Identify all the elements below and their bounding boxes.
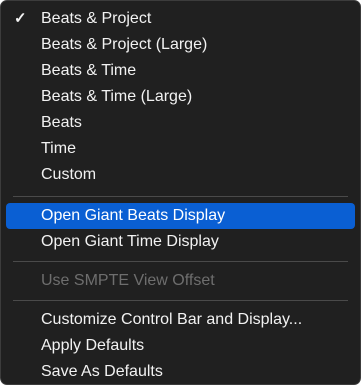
menu-item-beats-project[interactable]: ✓ Beats & Project [1,6,360,32]
menu-item-label: Apply Defaults [41,337,145,354]
menu-item-beats-project-large[interactable]: Beats & Project (Large) [1,32,360,58]
menu-separator [13,300,348,301]
menu-item-apply-defaults[interactable]: Apply Defaults [1,333,360,359]
menu-item-label: Beats & Time [41,62,137,79]
giant-display-group: Open Giant Beats Display Open Giant Time… [1,203,360,255]
menu-item-open-giant-time-display[interactable]: Open Giant Time Display [1,229,360,255]
menu-item-label: Customize Control Bar and Display... [41,311,303,328]
menu-item-label: Save As Defaults [41,363,163,380]
checkmark-icon: ✓ [14,10,27,27]
menu-item-label: Open Giant Beats Display [41,207,226,224]
menu-separator [13,261,348,262]
smpte-group: Use SMPTE View Offset [1,268,360,294]
menu-item-label: Open Giant Time Display [41,233,219,250]
menu-item-customize-control-bar[interactable]: Customize Control Bar and Display... [1,307,360,333]
menu-separator [13,196,348,197]
menu-item-beats-time-large[interactable]: Beats & Time (Large) [1,84,360,110]
display-mode-group: ✓ Beats & Project Beats & Project (Large… [1,6,360,190]
menu-item-label: Beats & Time (Large) [41,88,193,105]
menu-item-label: Use SMPTE View Offset [41,272,215,289]
menu-item-label: Time [41,140,76,157]
menu-item-open-giant-beats-display[interactable]: Open Giant Beats Display [6,203,355,229]
menu-item-beats[interactable]: Beats [1,110,360,136]
menu-item-save-as-defaults[interactable]: Save As Defaults [1,359,360,384]
menu-item-beats-time[interactable]: Beats & Time [1,58,360,84]
menu-item-time[interactable]: Time [1,136,360,162]
menu-item-label: Beats [41,114,82,131]
display-mode-menu: ✓ Beats & Project Beats & Project (Large… [0,0,361,385]
menu-item-label: Beats & Project [41,10,152,27]
defaults-group: Customize Control Bar and Display... App… [1,307,360,384]
menu-item-label: Beats & Project (Large) [41,36,208,53]
menu-item-label: Custom [41,166,97,183]
menu-item-use-smpte-view-offset: Use SMPTE View Offset [1,268,360,294]
menu-item-custom[interactable]: Custom [1,162,360,188]
